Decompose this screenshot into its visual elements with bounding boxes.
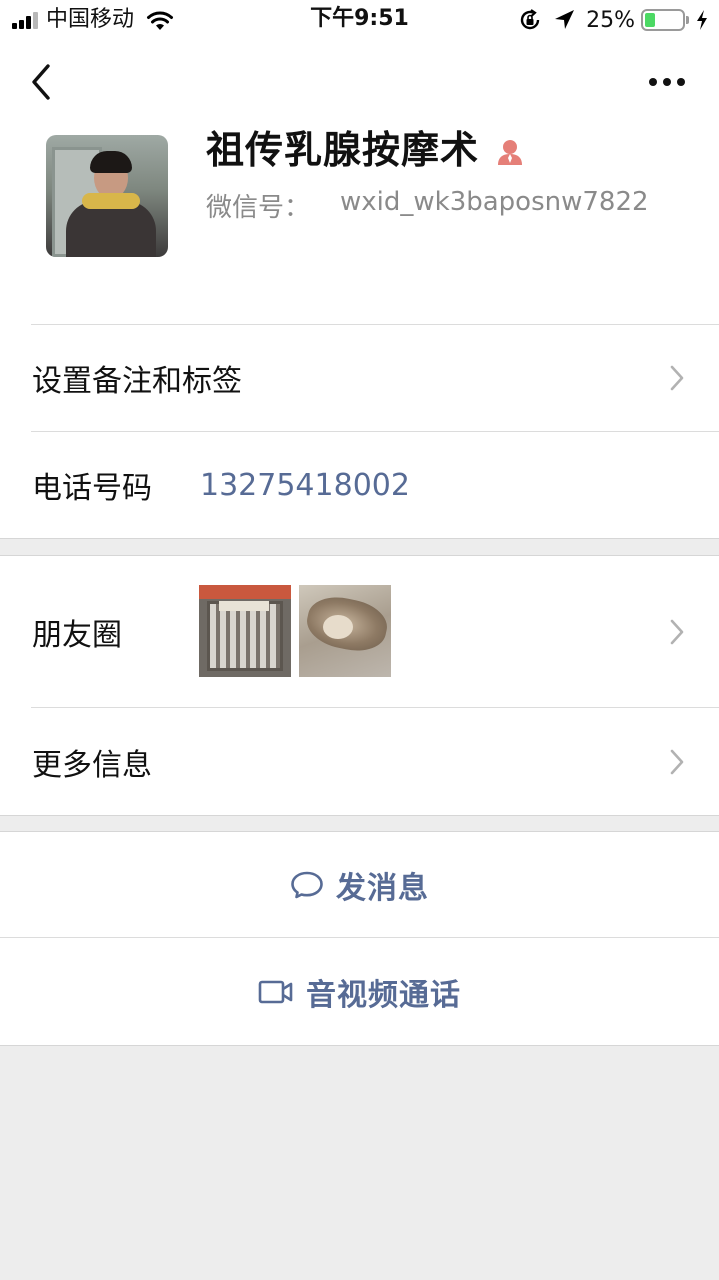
battery-percent: 25% [586, 7, 635, 33]
video-camera-icon [258, 980, 293, 1004]
phone-row: 电话号码 13275418002 [0, 432, 719, 538]
chevron-right-icon [670, 365, 684, 391]
back-button[interactable] [24, 60, 64, 104]
more-options-button[interactable] [649, 70, 693, 94]
moments-section: 朋友圈 更多信息 [0, 556, 719, 815]
chat-bubble-icon [291, 871, 323, 899]
status-bar: 中国移动 下午9:51 25% [0, 0, 719, 40]
more-dots-icon [649, 78, 657, 86]
location-icon [555, 10, 575, 29]
video-call-button[interactable]: 音视频通话 [0, 939, 719, 1045]
chevron-right-icon [670, 619, 684, 644]
phone-number-link[interactable]: 13275418002 [200, 468, 410, 503]
contact-name: 祖传乳腺按摩术 [206, 128, 480, 172]
actions-section: 发消息 音视频通话 [0, 832, 719, 1045]
battery-icon [641, 9, 685, 31]
more-info-label: 更多信息 [32, 747, 152, 783]
wxid-label: 微信号： [206, 193, 311, 223]
moments-thumbnail [199, 585, 291, 677]
name-row: 祖传乳腺按摩术 [206, 126, 523, 174]
remark-tags-label: 设置备注和标签 [32, 364, 242, 399]
status-right: 25% [518, 6, 709, 34]
chevron-right-icon [670, 749, 684, 774]
send-message-label: 发消息 [336, 871, 429, 906]
phone-label: 电话号码 [32, 471, 152, 506]
moments-row[interactable]: 朋友圈 [0, 556, 719, 707]
profile-section: 祖传乳腺按摩术 微信号： wxid_wk3baposnw7822 设置备注和标签… [0, 40, 719, 538]
send-message-button[interactable]: 发消息 [0, 832, 719, 938]
more-info-row[interactable]: 更多信息 [0, 708, 719, 815]
remark-tags-row[interactable]: 设置备注和标签 [0, 325, 719, 431]
charging-icon [697, 10, 707, 30]
avatar[interactable] [46, 135, 168, 257]
moments-thumbnail [299, 585, 391, 677]
rotation-lock-icon [520, 9, 540, 30]
wxid-value: wxid_wk3baposnw7822 [340, 187, 649, 217]
moments-label: 朋友圈 [32, 617, 122, 653]
video-call-label: 音视频通话 [306, 978, 461, 1013]
wxid-row: 微信号： wxid_wk3baposnw7822 [206, 187, 649, 224]
female-icon [498, 140, 523, 165]
